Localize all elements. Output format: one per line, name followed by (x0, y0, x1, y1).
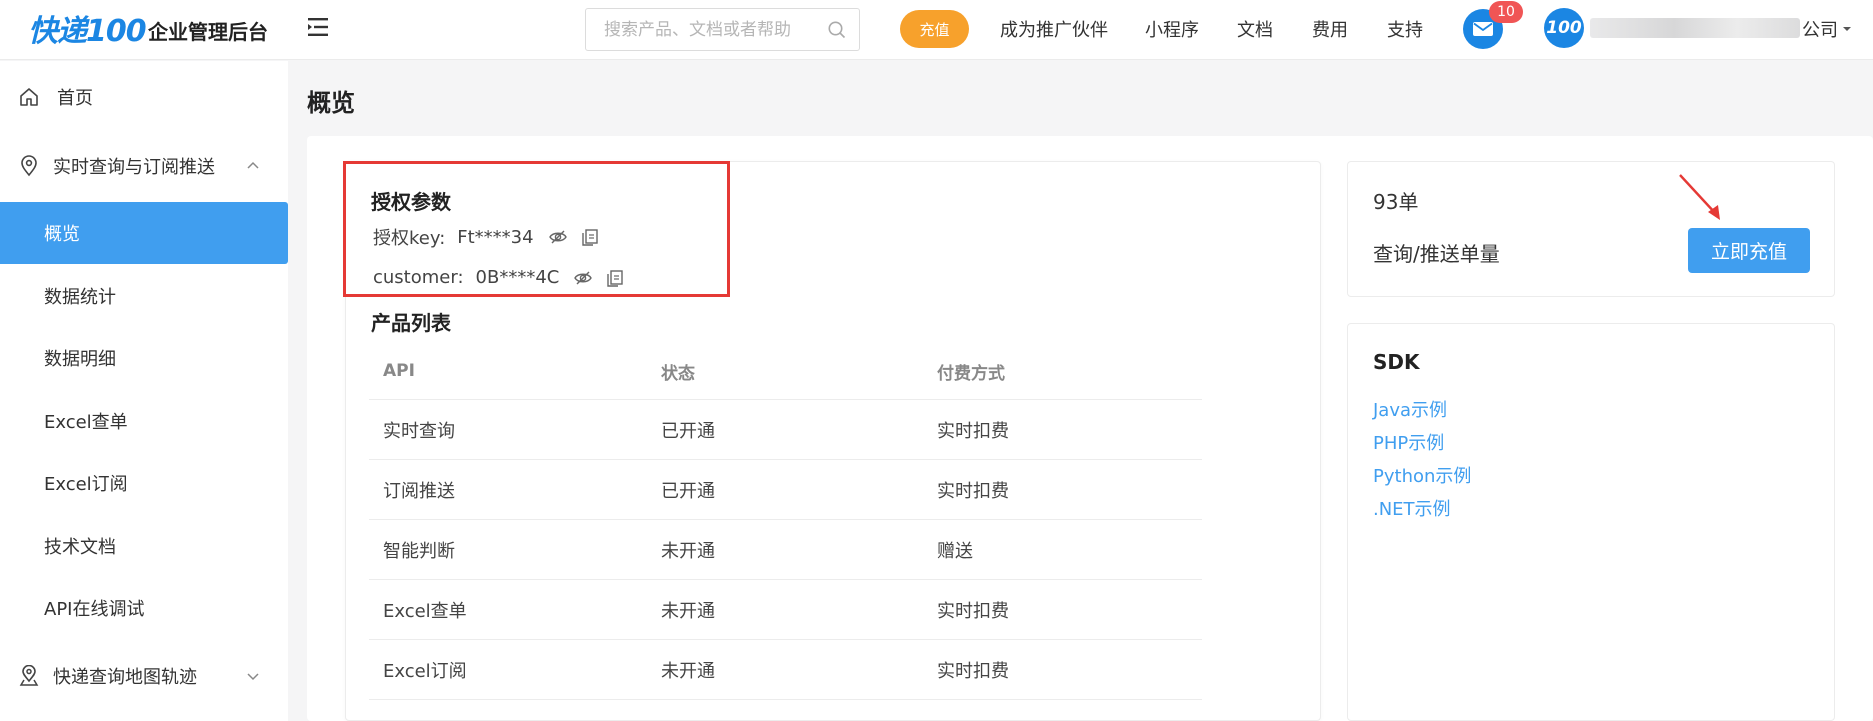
balance-label: 查询/推送单量 (1373, 242, 1500, 266)
table-row: Excel订阅 未开通 实时扣费 (369, 640, 1202, 700)
sidebar-group-realtime[interactable]: 实时查询与订阅推送 (0, 135, 288, 197)
cell-api: Excel查单 (383, 600, 467, 622)
table-row: Excel查单 未开通 实时扣费 (369, 580, 1202, 640)
sidebar-group-map-track[interactable]: 快递查询地图轨迹 (0, 645, 288, 707)
sdk-link-java[interactable]: Java示例 (1373, 396, 1447, 422)
balance-count: 93单 (1373, 190, 1419, 214)
chevron-up-icon (247, 161, 259, 169)
sdk-link-php[interactable]: PHP示例 (1373, 429, 1444, 455)
cell-billing: 实时扣费 (937, 660, 1009, 682)
sidebar-item-excel-subscribe[interactable]: Excel订阅 (0, 452, 288, 514)
sidebar-item-label: 技术文档 (44, 537, 116, 558)
table-row: 订阅推送 已开通 实时扣费 (369, 460, 1202, 520)
highlight-box (343, 161, 730, 297)
sidebar-item-excel-query[interactable]: Excel查单 (0, 390, 288, 452)
cell-status: 未开通 (661, 540, 715, 562)
sidebar-item-tech-docs[interactable]: 技术文档 (0, 515, 288, 577)
chevron-down-icon (247, 673, 259, 681)
sidebar-item-label: 首页 (57, 88, 93, 109)
company-name[interactable]: 公司 (1802, 16, 1838, 42)
cell-status: 未开通 (661, 600, 715, 622)
annotation-arrow (1679, 174, 1720, 220)
logo[interactable]: 快递100 (28, 10, 147, 49)
location-pin-icon (21, 155, 37, 177)
mail-count-badge: 10 (1489, 1, 1523, 23)
cell-status: 未开通 (661, 660, 715, 682)
app-title: 企业管理后台 (148, 20, 268, 44)
avatar[interactable]: 100 (1544, 8, 1584, 48)
nav-miniprogram-link[interactable]: 小程序 (1145, 16, 1199, 42)
top-bar: 快递100 企业管理后台 充值 成为推广伙伴 小程序 文档 费用 支持 10 1… (0, 0, 1873, 60)
cell-api: 订阅推送 (383, 480, 455, 502)
sdk-link-python[interactable]: Python示例 (1373, 462, 1471, 488)
cell-billing: 实时扣费 (937, 420, 1009, 442)
sidebar-item-label: Excel查单 (44, 412, 128, 433)
sidebar-item-statistics[interactable]: 数据统计 (0, 265, 288, 327)
nav-pricing-link[interactable]: 费用 (1312, 16, 1348, 42)
search-icon[interactable] (827, 20, 847, 40)
nav-docs-link[interactable]: 文档 (1237, 16, 1273, 42)
sidebar-item-details[interactable]: 数据明细 (0, 327, 288, 389)
column-header-api: API (383, 361, 415, 381)
menu-collapse-icon[interactable] (306, 15, 334, 39)
product-table: API 状态 付费方式 实时查询 已开通 实时扣费 订阅推送 已开通 实时扣费 … (369, 343, 1202, 700)
sidebar-group-label: 实时查询与订阅推送 (53, 157, 215, 178)
company-name-redacted (1590, 18, 1800, 38)
sidebar-item-home[interactable]: 首页 (0, 66, 288, 128)
sidebar-item-label: Excel订阅 (44, 474, 128, 495)
column-header-status: 状态 (661, 363, 695, 384)
cell-api: 智能判断 (383, 540, 455, 562)
sidebar-item-label: 概览 (44, 224, 80, 245)
sidebar-item-label: 数据明细 (44, 349, 116, 370)
cell-billing: 实时扣费 (937, 480, 1009, 502)
home-icon (20, 88, 38, 106)
sidebar-item-overview[interactable]: 概览 (0, 202, 288, 264)
cell-status: 已开通 (661, 420, 715, 442)
sidebar: 首页 实时查询与订阅推送 概览 数据统计 数据明细 Excel查单 Excel订… (0, 61, 288, 721)
nav-support-link[interactable]: 支持 (1387, 16, 1423, 42)
sidebar-item-label: 数据统计 (44, 287, 116, 308)
table-row: 智能判断 未开通 赠送 (369, 520, 1202, 580)
sidebar-group-label: 快递查询地图轨迹 (53, 667, 197, 688)
recharge-now-button[interactable]: 立即充值 (1688, 228, 1810, 273)
sidebar-item-api-debug[interactable]: API在线调试 (0, 577, 288, 639)
sdk-card (1347, 323, 1835, 721)
cell-api: Excel订阅 (383, 660, 467, 682)
cell-billing: 赠送 (937, 540, 973, 562)
table-header-row: API 状态 付费方式 (369, 343, 1202, 400)
map-pin-icon (19, 665, 39, 686)
table-row: 实时查询 已开通 实时扣费 (369, 400, 1202, 460)
caret-down-icon[interactable] (1842, 24, 1852, 34)
product-list-title: 产品列表 (371, 311, 451, 335)
search-input[interactable] (604, 9, 824, 50)
page-title: 概览 (307, 89, 355, 117)
sdk-link-dotnet[interactable]: .NET示例 (1373, 495, 1451, 521)
cell-status: 已开通 (661, 480, 715, 502)
cell-billing: 实时扣费 (937, 600, 1009, 622)
sidebar-item-label: API在线调试 (44, 599, 145, 620)
column-header-billing: 付费方式 (937, 363, 1005, 384)
mail-icon (1473, 22, 1493, 36)
logo-mark: 快递100 (28, 14, 147, 49)
sdk-title: SDK (1373, 350, 1420, 374)
search-box (585, 8, 860, 51)
nav-partner-link[interactable]: 成为推广伙伴 (1000, 16, 1108, 42)
cell-api: 实时查询 (383, 420, 455, 442)
recharge-top-button[interactable]: 充值 (900, 10, 969, 48)
